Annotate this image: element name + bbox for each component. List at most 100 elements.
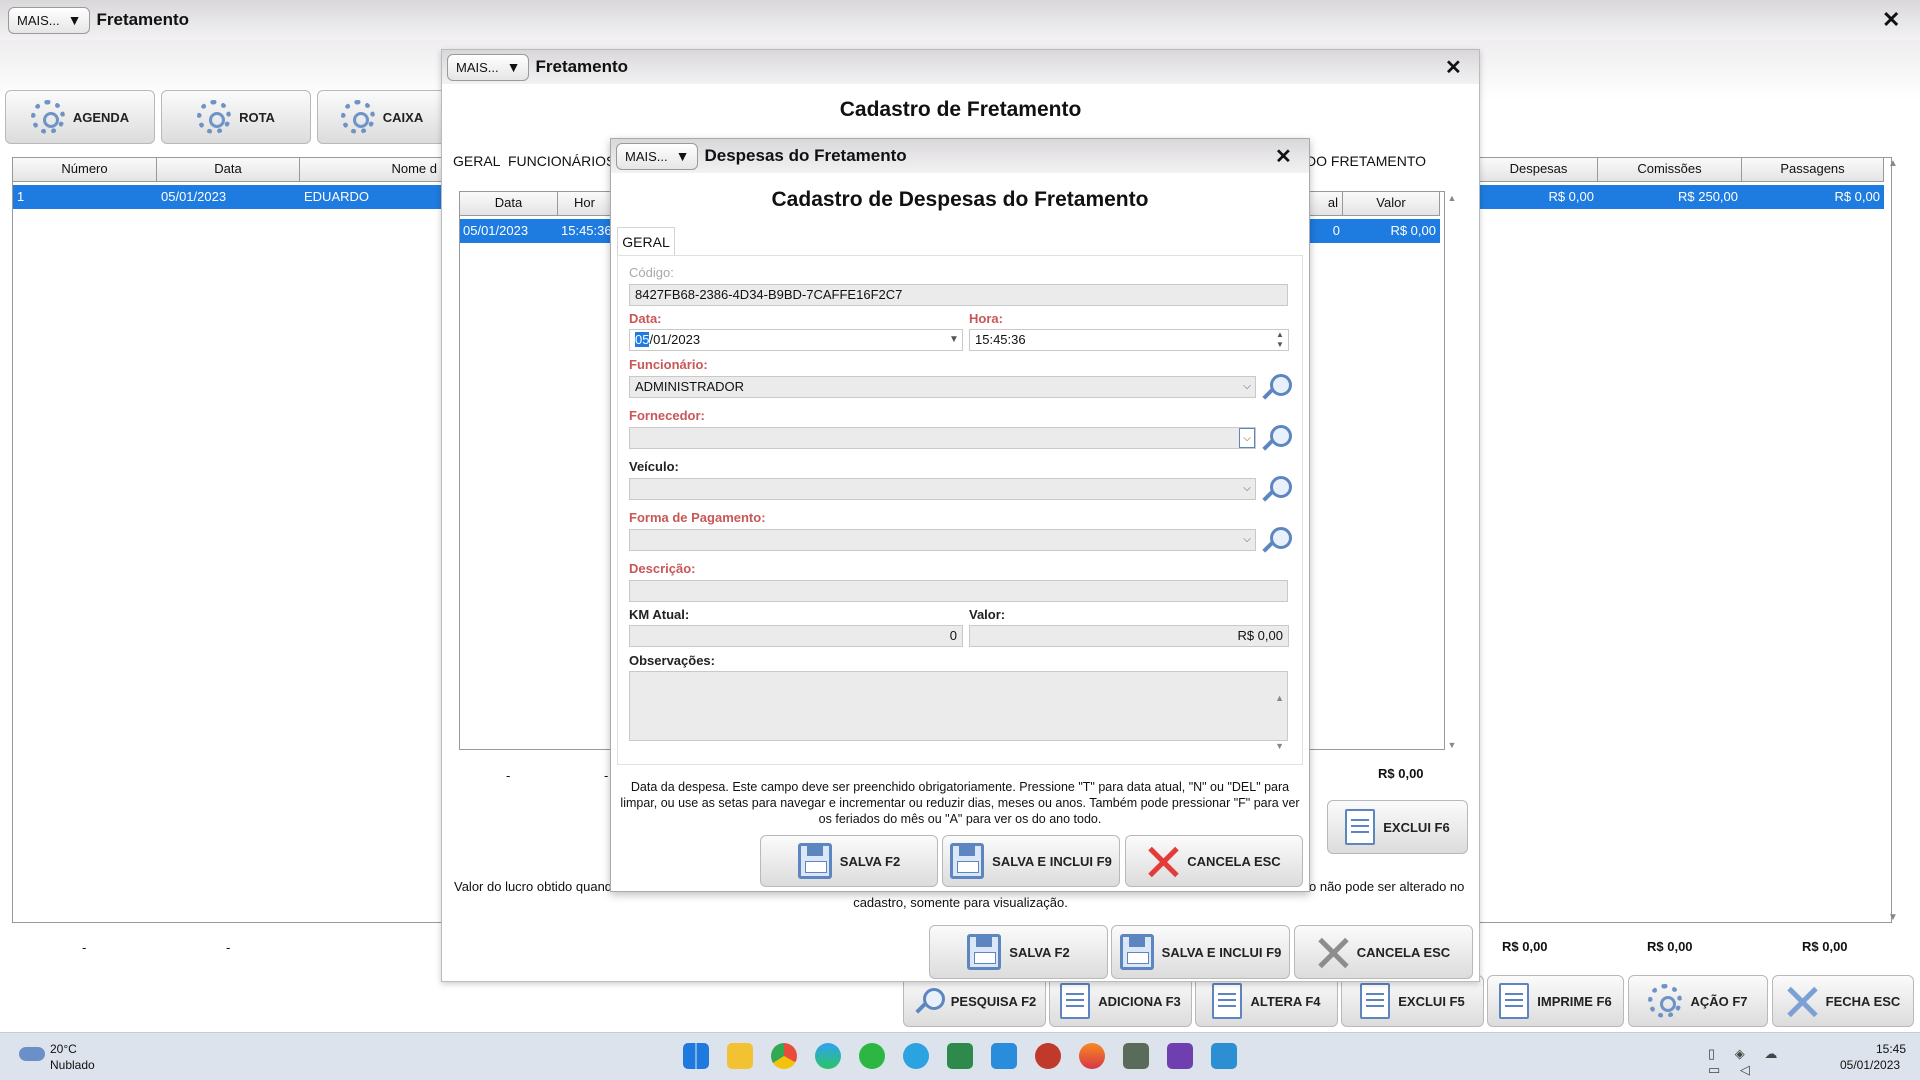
fornecedor-select[interactable]: ⌵	[629, 427, 1256, 449]
agenda-button[interactable]: AGENDA	[5, 90, 155, 144]
help-text-line2: cadastro, somente para visualização.	[853, 895, 1068, 910]
telegram-icon[interactable]	[903, 1043, 929, 1069]
gear-icon	[197, 100, 232, 134]
col-valor[interactable]: Valor	[1343, 192, 1440, 216]
table-row-right[interactable]: 0 R$ 0,00	[1290, 219, 1440, 243]
chrome-icon[interactable]	[771, 1043, 797, 1069]
despesas-cancela-button[interactable]: CANCELA ESC	[1125, 835, 1303, 887]
table-row[interactable]: 05/01/2023 15:45:36	[460, 219, 612, 243]
valor-label: Valor:	[969, 607, 1006, 622]
remote-app-icon[interactable]	[1211, 1043, 1237, 1069]
table-row-right[interactable]: R$ 0,00 R$ 250,00 R$ 0,00	[1480, 185, 1884, 209]
descricao-label: Descrição:	[629, 561, 696, 576]
clock-date[interactable]: 05/01/2023	[1840, 1058, 1900, 1072]
despesas-salva-inclui-button[interactable]: SALVA E INCLUI F9	[942, 835, 1120, 887]
pagamento-select[interactable]: ⌵	[629, 529, 1256, 551]
km-input[interactable]: 0	[629, 625, 963, 647]
tab-geral[interactable]: GERAL	[453, 153, 500, 169]
obs-scroll-icon[interactable]: ▲ ▼	[1275, 674, 1284, 770]
tab-geral[interactable]: GERAL	[617, 227, 675, 255]
scroll-down-icon[interactable]: ▼	[1886, 912, 1900, 923]
dropdown-arrow-icon: ▼	[67, 12, 82, 28]
veiculo-select[interactable]: ⌵	[629, 478, 1256, 500]
file-explorer-icon[interactable]	[727, 1043, 753, 1069]
cadastro-window-title: Fretamento	[535, 57, 629, 76]
cadastro-scrollbar[interactable]: ▲ ▼	[1446, 193, 1458, 750]
col-data[interactable]: Data	[460, 192, 558, 216]
clock-time[interactable]: 15:45	[1876, 1042, 1906, 1056]
data-label: Data:	[629, 311, 662, 326]
chevron-down-icon[interactable]: ⌵	[1239, 377, 1255, 397]
col-data[interactable]: Data	[157, 158, 300, 182]
chevron-down-icon[interactable]: ⌵	[1239, 479, 1255, 499]
gear-icon	[340, 100, 375, 134]
main-close-icon[interactable]: ✕	[1882, 9, 1900, 31]
main-mais-button[interactable]: MAIS... ▼	[8, 6, 91, 34]
pesquisa-button[interactable]: PESQUISA F2	[903, 975, 1046, 1027]
despesas-salva-button[interactable]: SALVA F2	[760, 835, 938, 887]
system-tray-icons[interactable]: ▯ ◈ ☁ ▭ ◁	[1708, 1046, 1816, 1077]
calendar-dropdown-icon[interactable]: ▼	[946, 330, 962, 350]
despesas-mais-button[interactable]: MAIS... ▼	[616, 142, 699, 170]
fretamento-app-icon[interactable]	[1123, 1043, 1149, 1069]
obs-textarea[interactable]: ▲ ▼	[629, 671, 1288, 751]
adiciona-button[interactable]: ADICIONA F3	[1049, 975, 1192, 1027]
spreadsheet-icon[interactable]	[947, 1043, 973, 1069]
hora-value: 15:45:36	[975, 332, 1026, 347]
col-despesas[interactable]: Despesas	[1480, 158, 1598, 182]
hora-field[interactable]: 15:45:36 ▲ ▼	[969, 329, 1289, 351]
cloud-icon	[19, 1047, 45, 1061]
col-hora[interactable]: Hor	[558, 192, 612, 216]
video-app-icon[interactable]	[1167, 1043, 1193, 1069]
save-icon	[1119, 934, 1154, 970]
chevron-down-icon[interactable]: ⌵	[1239, 428, 1255, 448]
col-numero[interactable]: Número	[13, 158, 157, 182]
fecha-button[interactable]: FECHA ESC	[1772, 975, 1914, 1027]
despesas-close-icon[interactable]: ✕	[1275, 147, 1292, 167]
caixa-button[interactable]: CAIXA	[317, 90, 447, 144]
imprime-label: IMPRIME F6	[1537, 993, 1612, 1009]
tab-funcionarios[interactable]: FUNCIONÁRIOS/	[508, 153, 619, 169]
funcionario-select[interactable]: ADMINISTRADOR ⌵	[629, 376, 1256, 398]
altera-button[interactable]: ALTERA F4	[1195, 975, 1338, 1027]
col-passagens[interactable]: Passagens	[1742, 158, 1884, 182]
chevron-down-icon[interactable]: ⌵	[1239, 530, 1255, 550]
cell-comissoes: R$ 250,00	[1678, 189, 1738, 204]
firefox-icon[interactable]	[1079, 1043, 1105, 1069]
main-scrollbar[interactable]: ▲ ▼	[1886, 158, 1900, 923]
acao-button[interactable]: AÇÃO F7	[1628, 975, 1768, 1027]
descricao-input[interactable]	[629, 580, 1288, 602]
cadastro-exclui-button[interactable]: EXCLUI F6	[1327, 800, 1468, 854]
cell-valor: R$ 0,00	[1390, 223, 1436, 238]
scroll-down-icon[interactable]: ▼	[1446, 740, 1458, 750]
veiculo-label: Veículo:	[629, 459, 679, 474]
exclui-label: EXCLUI F6	[1383, 819, 1450, 835]
rota-button[interactable]: ROTA	[161, 90, 311, 144]
help-text-left: Valor do lucro obtido quand	[454, 879, 613, 894]
table-row[interactable]: 1 05/01/2023 EDUARDO	[13, 185, 443, 209]
cadastro-cancela-button[interactable]: CANCELA ESC	[1294, 925, 1473, 979]
whatsapp-icon[interactable]	[859, 1043, 885, 1069]
col-nome[interactable]: Nome d	[300, 158, 442, 182]
weather-desc[interactable]: Nublado	[50, 1058, 95, 1072]
imprime-button[interactable]: IMPRIME F6	[1487, 975, 1624, 1027]
cadastro-mais-button[interactable]: MAIS... ▼	[447, 53, 530, 81]
weather-temp[interactable]: 20°C	[50, 1042, 77, 1056]
messaging-app-icon[interactable]	[991, 1043, 1017, 1069]
cadastro-salva-button[interactable]: SALVA F2	[929, 925, 1108, 979]
app-icon[interactable]	[1035, 1043, 1061, 1069]
cadastro-close-icon[interactable]: ✕	[1445, 58, 1462, 78]
tab-do-fretamento[interactable]: DO FRETAMENTO	[1306, 153, 1426, 169]
obs-label: Observações:	[629, 653, 715, 668]
cadastro-salva-inclui-button[interactable]: SALVA E INCLUI F9	[1111, 925, 1290, 979]
data-field[interactable]: 05/01/2023 ▼	[629, 329, 963, 351]
exclui-button[interactable]: EXCLUI F5	[1341, 975, 1484, 1027]
col-comissoes[interactable]: Comissões	[1598, 158, 1742, 182]
spinner-icon[interactable]: ▲ ▼	[1272, 330, 1288, 350]
cadastro-heading: Cadastro de Fretamento	[839, 98, 1082, 121]
edge-icon[interactable]	[815, 1043, 841, 1069]
valor-input[interactable]: R$ 0,00	[969, 625, 1289, 647]
cell-despesas: R$ 0,00	[1548, 189, 1594, 204]
funcionario-value: ADMINISTRADOR	[635, 379, 745, 394]
windows-start-icon[interactable]	[683, 1043, 709, 1069]
